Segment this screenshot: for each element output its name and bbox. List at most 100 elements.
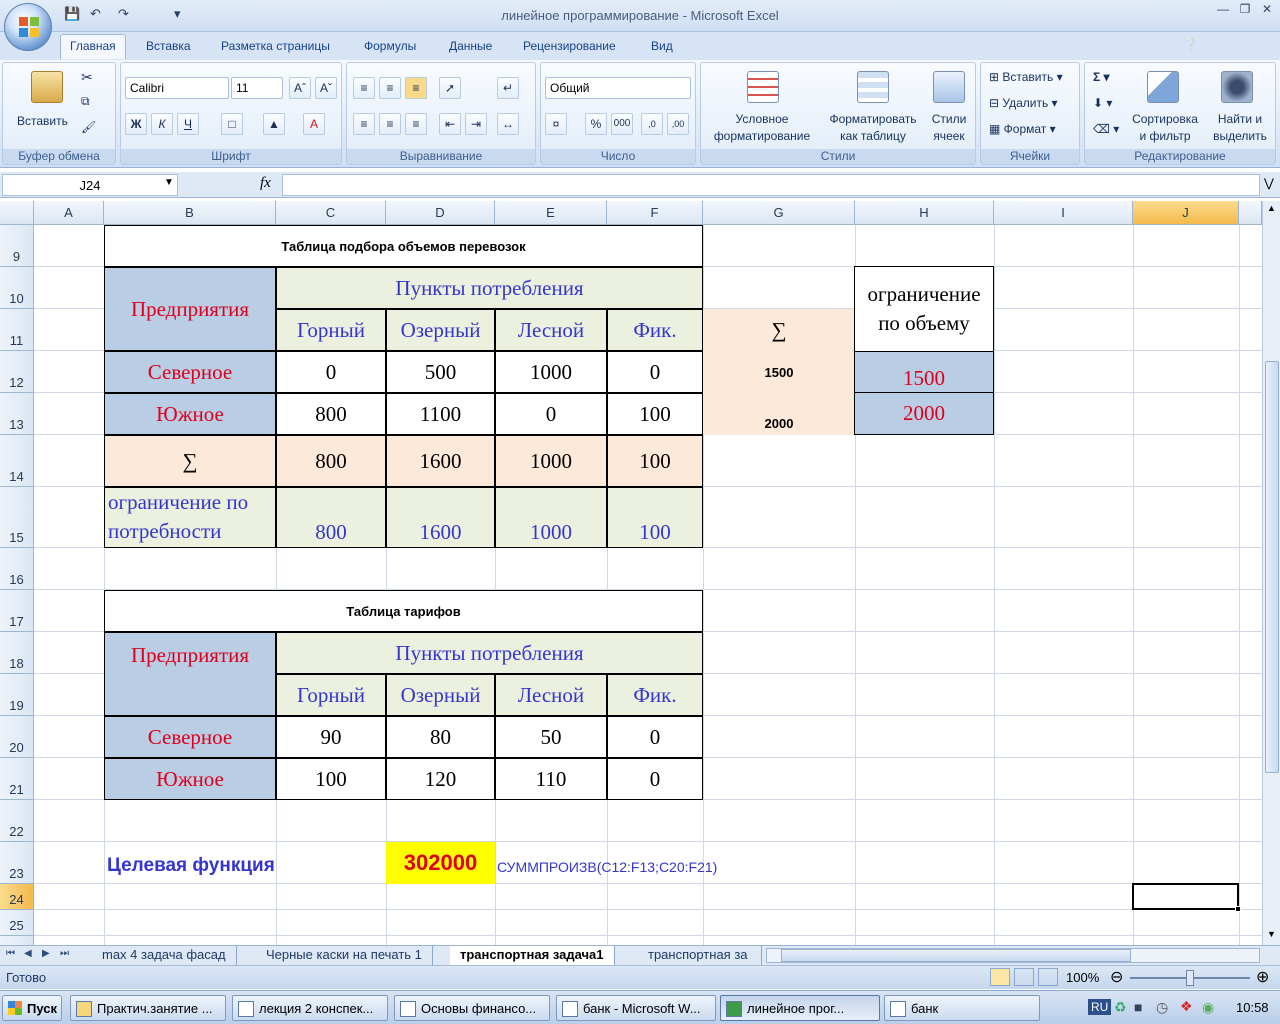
sheet-tab[interactable]: max 4 задача фасад [92,946,237,965]
increase-decimal-icon[interactable]: ,0 [641,113,663,135]
font-size-select[interactable]: 11 [231,77,283,99]
format-as-table-icon[interactable] [857,71,889,103]
table1-row-sum[interactable]: 1500 [703,351,855,393]
table1-cell[interactable]: 500 [386,351,495,393]
fill-handle[interactable] [1235,906,1241,912]
font-name-select[interactable]: Calibri [125,77,229,99]
sheet-tab[interactable]: Черные каски на печать 1 [256,946,433,965]
taskbar-item[interactable]: лекция 2 конспек... [232,995,388,1021]
format-as-table-button[interactable]: Форматировать как таблицу [823,111,923,145]
row-header-10[interactable]: 10 [0,267,34,309]
orientation-icon[interactable]: ➚ [439,77,461,99]
page-break-view-icon[interactable] [1038,968,1058,986]
zoom-level[interactable]: 100% [1066,970,1099,985]
row-header-14[interactable]: 14 [0,435,34,487]
autosum-icon[interactable]: Σ ▾ [1093,69,1110,86]
format-painter-icon[interactable]: 🖌 [81,119,96,136]
taskbar-item-active[interactable]: линейное прог... [720,995,880,1021]
conditional-format-button[interactable]: Условное форматирование [707,111,817,145]
column-header-k[interactable] [1239,201,1262,225]
table1-col-lesnoy[interactable]: Лесной [495,309,607,351]
column-header-a[interactable]: A [34,201,104,225]
antivirus-icon[interactable]: ❖ [1180,998,1193,1015]
bold-button[interactable]: Ж [125,113,147,135]
sheet-nav-next-icon[interactable]: ▶ [42,948,50,959]
taskbar-item[interactable]: Практич.занятие ... [70,995,226,1021]
column-header-h[interactable]: H [855,201,994,225]
align-middle-icon[interactable]: ≡ [379,77,401,99]
close-icon[interactable]: ✕ [1258,2,1276,18]
paste-button[interactable]: Вставить [17,113,68,130]
row-header-24[interactable]: 24 [0,884,34,910]
align-bottom-icon[interactable]: ≡ [405,77,427,99]
name-box[interactable]: J24 [2,174,178,196]
table1-cell[interactable]: 1000 [495,351,607,393]
row-header-23[interactable]: 23 [0,842,34,884]
align-left-icon[interactable]: ≡ [353,113,375,135]
table2-cell[interactable]: 100 [276,758,386,800]
row-header-21[interactable]: 21 [0,758,34,800]
table1-cell[interactable]: 0 [495,393,607,435]
table1-row-yuzhnoe[interactable]: Южное [104,393,276,435]
table1-cell[interactable]: 0 [276,351,386,393]
cell-styles-button[interactable]: Стили ячеек [923,111,975,145]
column-header-f[interactable]: F [607,201,703,225]
start-button[interactable]: Пуск [2,995,62,1021]
table1-cell[interactable]: 800 [276,393,386,435]
expand-formula-bar-icon[interactable]: ⋁ [1264,176,1274,190]
sheet-tab-active[interactable]: транспортная задача1 [450,946,615,965]
row-header-19[interactable]: 19 [0,674,34,716]
row-header-15[interactable]: 15 [0,487,34,548]
merge-center-icon[interactable]: ↔ [497,113,519,135]
decrease-indent-icon[interactable]: ⇤ [439,113,461,135]
nvidia-icon[interactable]: ◉ [1202,999,1214,1016]
objective-label[interactable]: Целевая функция [104,849,386,883]
help-icon[interactable]: ❔ [1183,37,1198,51]
grow-font-icon[interactable]: Aˆ [289,77,311,99]
sheet-nav-last-icon[interactable]: ⏭ [60,948,69,959]
sort-filter-button[interactable]: Сортировка и фильтр [1125,111,1205,145]
table2-col-ozerny[interactable]: Озерный [386,674,495,716]
sheet-nav-first-icon[interactable]: ⏮ [6,948,15,959]
vertical-scroll-thumb[interactable] [1265,361,1279,773]
thousands-icon[interactable]: 000 [611,113,633,135]
table2-row-severnoe[interactable]: Северное [104,716,276,758]
table2-title[interactable]: Таблица тарифов [104,590,703,632]
sort-filter-icon[interactable] [1147,71,1179,103]
row-header-11[interactable]: 11 [0,309,34,351]
tab-view[interactable]: Вид [651,39,673,53]
table1-sum-label[interactable]: ∑ [104,435,276,487]
column-header-g[interactable]: G [703,201,855,225]
worksheet-grid[interactable]: A B C D E F G H I J 9 10 11 12 13 14 15 … [0,201,1262,945]
volume-limit[interactable]: 2000 [854,392,994,435]
restore-icon[interactable]: ❐ [1236,2,1254,18]
network-icon[interactable]: ■ [1134,999,1142,1015]
taskbar-item[interactable]: банк [884,995,1040,1021]
volume-limit-header[interactable]: ограничение по объему [854,266,994,352]
row-header-20[interactable]: 20 [0,716,34,758]
fill-color-icon[interactable]: ▲ [263,113,285,135]
vertical-scrollbar[interactable]: ▲ ▼ [1262,201,1280,945]
table1-enterprises-header[interactable]: Предприятия [104,267,276,351]
row-header-17[interactable]: 17 [0,590,34,632]
objective-formula[interactable]: СУММПРОИЗВ(C12:F13;C20:F21) [497,853,797,881]
clock[interactable]: 10:58 [1236,1000,1269,1015]
row-header-9[interactable]: 9 [0,225,34,267]
table2-cell[interactable]: 0 [607,716,703,758]
taskbar-item[interactable]: банк - Microsoft W... [556,995,716,1021]
language-indicator[interactable]: RU [1088,999,1112,1015]
zoom-slider-thumb[interactable] [1186,970,1194,986]
table1-demand[interactable]: 800 [276,487,386,548]
active-cell-j24[interactable] [1132,883,1239,910]
formula-input[interactable] [282,174,1260,196]
table2-cell[interactable]: 120 [386,758,495,800]
minimize-icon[interactable]: — [1214,2,1232,18]
currency-icon[interactable]: ¤ [545,113,567,135]
table1-col-sum[interactable]: 1000 [495,435,607,487]
find-select-button[interactable]: Найти и выделить [1207,111,1273,145]
scroll-up-icon[interactable]: ▲ [1267,203,1276,213]
table2-col-gorny[interactable]: Горный [276,674,386,716]
tab-page-layout[interactable]: Разметка страницы [221,39,330,53]
volume-limit[interactable]: 1500 [854,351,994,393]
align-center-icon[interactable]: ≡ [379,113,401,135]
